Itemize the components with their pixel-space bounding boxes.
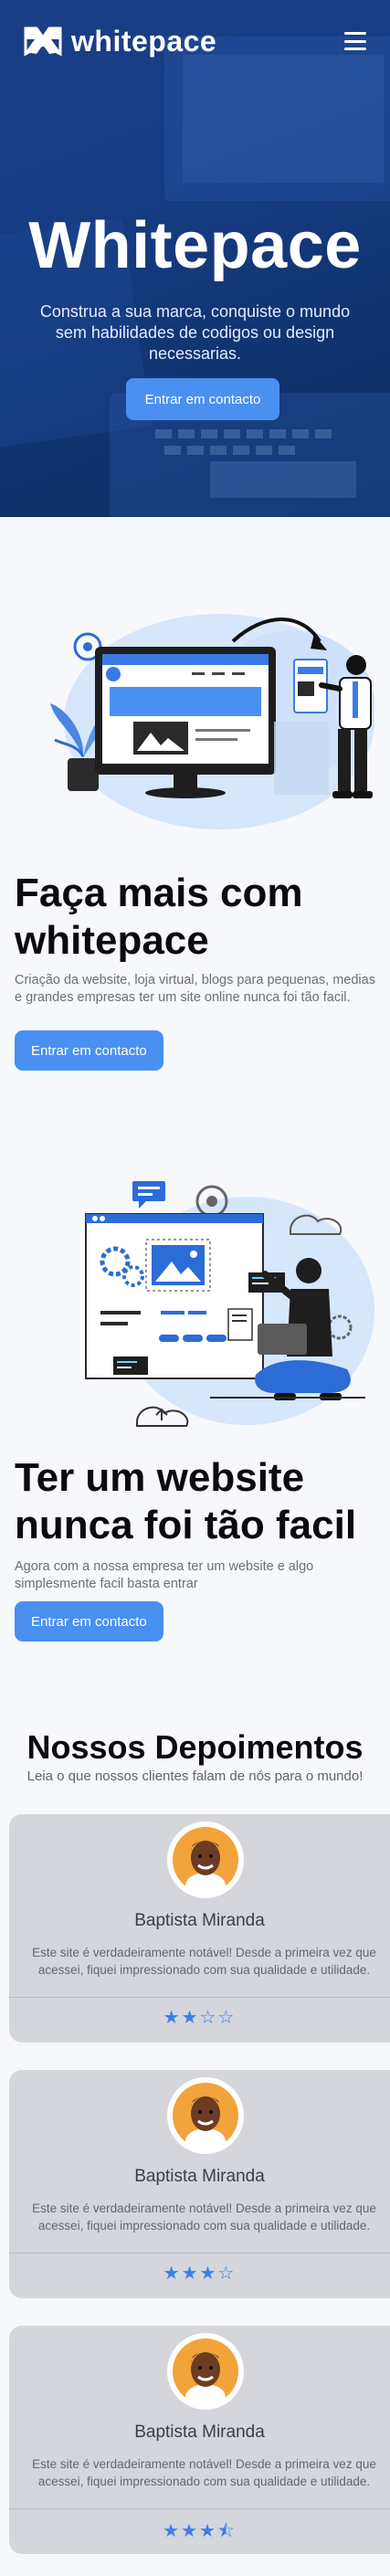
testimonials-title: Nossos Depoimentos xyxy=(26,1728,364,1766)
testimonial-card: Baptista Miranda Este site é verdadeiram… xyxy=(9,2326,390,2554)
avatar xyxy=(167,2077,244,2154)
brand-logo-link[interactable]: whitepace xyxy=(24,25,216,58)
hero-section: whitepace Whitepace Construa a sua marca… xyxy=(0,0,390,517)
website-creation-illustration xyxy=(50,614,374,829)
card-divider xyxy=(9,2508,390,2509)
testimonial-author-name: Baptista Miranda xyxy=(134,2167,265,2186)
section2-title: Ter um website nunca foi tão facil xyxy=(15,1455,357,1547)
hero-title: Whitepace xyxy=(28,209,362,282)
hero-subtitle: Construa a sua marca, conquiste o mundo … xyxy=(39,302,351,363)
rating-stars: ★★☆☆ xyxy=(163,2008,237,2028)
section1-contact-button[interactable]: Entrar em contacto xyxy=(15,1030,163,1071)
rating-stars: ★★★☆ xyxy=(163,2264,237,2284)
testimonial-quote: Este site é verdadeiramente notável! Des… xyxy=(32,2201,376,2233)
card-divider xyxy=(9,2253,390,2254)
hamburger-menu-icon[interactable] xyxy=(344,32,366,50)
section1-text: Criação da website, loja virtual, blogs … xyxy=(15,973,375,1005)
testimonials-subtitle: Leia o que nossos clientes falam de nós … xyxy=(26,1768,364,1784)
top-navigation-bar: whitepace xyxy=(0,0,390,82)
testimonial-quote: Este site é verdadeiramente notável! Des… xyxy=(32,1946,376,1977)
hero-contact-button[interactable]: Entrar em contacto xyxy=(126,378,279,420)
testimonial-quote: Este site é verdadeiramente notável! Des… xyxy=(32,2457,376,2488)
section2-contact-button[interactable]: Entrar em contacto xyxy=(15,1601,163,1642)
testimonial-card: Baptista Miranda Este site é verdadeiram… xyxy=(9,1814,390,2043)
avatar xyxy=(167,1821,244,1898)
rating-stars: ★★★⯪ xyxy=(163,2521,237,2541)
testimonial-author-name: Baptista Miranda xyxy=(134,1911,265,1930)
brand-name: whitepace xyxy=(71,24,217,58)
avatar xyxy=(167,2333,244,2410)
section1-title: Faça mais com whitepace xyxy=(15,871,303,963)
card-divider xyxy=(9,1997,390,1998)
whitepace-logo-icon xyxy=(24,26,62,57)
testimonial-card: Baptista Miranda Este site é verdadeiram… xyxy=(9,2070,390,2298)
section2-text: Agora com a nossa empresa ter um website… xyxy=(15,1559,314,1591)
website-builder-illustration xyxy=(85,1181,374,1427)
page: whitepace Whitepace Construa a sua marca… xyxy=(0,0,390,2576)
testimonial-author-name: Baptista Miranda xyxy=(134,2423,265,2442)
